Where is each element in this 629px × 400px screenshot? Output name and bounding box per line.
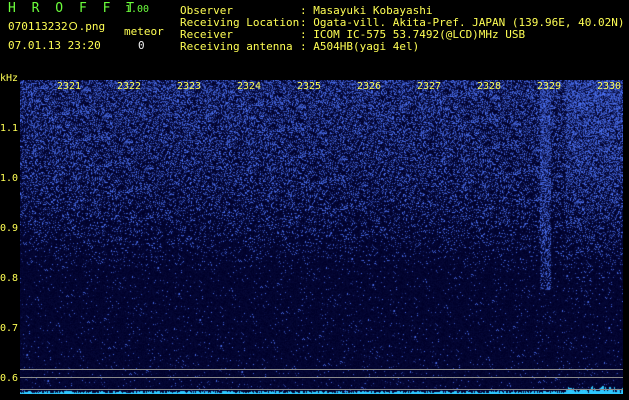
observation-datetime: 07.01.13 23:20 [8,39,101,52]
y-unit-label: kHz [0,73,19,84]
x-tick-2327: 2327 [417,81,442,92]
reference-line-middle [20,377,623,378]
meteor-count: 0 [138,39,145,52]
x-tick-2328: 2328 [477,81,502,92]
x-tick-2323: 2323 [177,81,202,92]
x-tick-2322: 2322 [117,81,142,92]
image-filename: 070113232Ｏ.png [8,20,106,33]
y-tick-0-8: 0.8 [0,273,19,284]
y-tick-1-1: 1.1 [0,123,19,134]
spectrogram-panel [20,80,623,394]
x-tick-2321: 2321 [57,81,82,92]
x-tick-2325: 2325 [297,81,322,92]
meteor-label: meteor [124,25,164,38]
info-key-antenna: Receiving antenna [180,40,293,53]
y-tick-1-0: 1.0 [0,173,19,184]
reference-line-lower [20,389,623,390]
x-tick-2329: 2329 [537,81,562,92]
app-version: 1.00 [125,4,150,15]
x-tick-2324: 2324 [237,81,262,92]
y-tick-0-7: 0.7 [0,323,19,334]
app-title: H R O F F T [8,1,139,16]
info-value-antenna: : A504HB(yagi 4el) [300,40,420,53]
reference-line-upper [20,369,623,370]
x-tick-2330: 2330 [597,81,622,92]
y-tick-0-9: 0.9 [0,223,19,234]
spectrogram-canvas [20,80,623,394]
y-tick-0-6: 0.6 [0,373,19,384]
x-tick-2326: 2326 [357,81,382,92]
